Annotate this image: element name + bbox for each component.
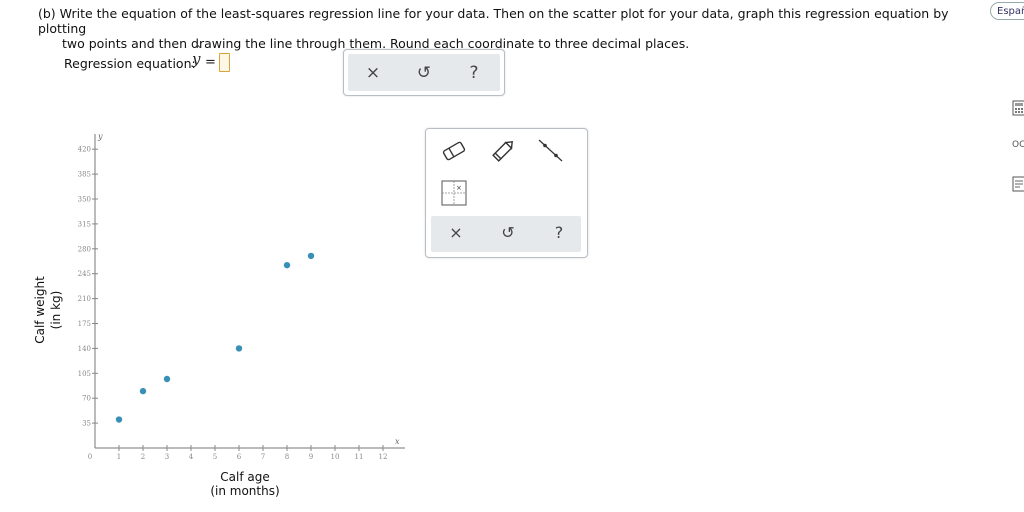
y-axis-symbol: y — [97, 132, 103, 141]
y-tick-label: 210 — [78, 295, 91, 303]
scatter-plot[interactable]: yx35701051401752102452803153503854200 1 2 3… — [30, 126, 420, 476]
y-tick-label: 140 — [78, 345, 91, 353]
y-tick-label: 350 — [78, 196, 91, 204]
graph-help-button[interactable]: ? — [548, 222, 570, 244]
x-tick-label: 6 — [237, 453, 242, 461]
help-button[interactable]: ? — [463, 62, 485, 84]
y-tick-label: 175 — [78, 320, 91, 328]
notes-icon[interactable] — [1012, 176, 1024, 192]
x-tick-label: 9 — [309, 453, 313, 461]
svg-text:×: × — [456, 184, 462, 192]
y-tick-label: 105 — [78, 370, 91, 378]
undo-button[interactable]: ↺ — [413, 62, 435, 84]
x-axis-label: Calf age (in months) — [200, 470, 290, 498]
regression-answer-input[interactable] — [219, 53, 230, 72]
x-tick-label: 5 — [213, 453, 217, 461]
x-tick-label: 0 — [88, 453, 92, 461]
x-tick-label: 8 — [285, 453, 289, 461]
x-tick-label: 4 — [189, 453, 194, 461]
question-line-1: (b) Write the equation of the least-squa… — [38, 6, 949, 36]
data-point[interactable] — [139, 387, 147, 395]
y-tick-label: 245 — [78, 270, 91, 278]
x-tick-label: 7 — [261, 453, 265, 461]
sidebar-text-fragment[interactable]: OC — [1012, 140, 1024, 150]
data-point[interactable] — [283, 261, 291, 269]
data-point[interactable] — [235, 345, 243, 352]
equation-toolbar-panel: × ↺ ? — [348, 54, 500, 91]
y-tick-label: 280 — [78, 245, 91, 253]
x-tick-label: 3 — [165, 453, 169, 461]
data-point[interactable] — [163, 375, 171, 383]
eraser-icon[interactable] — [440, 137, 468, 165]
x-axis-label-line-1: Calf age — [220, 470, 270, 484]
data-point[interactable] — [115, 416, 123, 423]
graph-toolbar: × × ↺ ? — [425, 128, 588, 258]
line-tool-icon[interactable] — [536, 137, 564, 165]
y-tick-label: 70 — [82, 395, 91, 403]
question-prompt: (b) Write the equation of the least-squa… — [38, 6, 968, 51]
grid-points-icon[interactable]: × — [440, 179, 468, 207]
clear-button[interactable]: × — [362, 62, 384, 84]
y-tick-label: 420 — [78, 146, 91, 154]
y-tick-label: 315 — [78, 220, 91, 228]
y-hat-variable: y — [192, 50, 201, 68]
language-toggle-button[interactable]: Españ — [990, 2, 1024, 20]
x-tick-label: 2 — [141, 453, 145, 461]
x-axis-label-line-2: (in months) — [210, 484, 280, 498]
regression-equation-label: Regression equation: — [64, 56, 196, 71]
graph-undo-button[interactable]: ↺ — [497, 222, 519, 244]
y-tick-label: 385 — [78, 171, 91, 179]
equals-sign: = — [205, 55, 216, 70]
y-tick-label: 35 — [82, 420, 91, 428]
graph-toolbar-panel: × ↺ ? — [431, 216, 581, 252]
equation-toolbar: × ↺ ? — [343, 49, 505, 96]
data-point[interactable] — [307, 252, 315, 260]
x-tick-label: 11 — [355, 453, 364, 461]
graph-clear-button[interactable]: × — [445, 222, 467, 244]
x-tick-label: 12 — [379, 453, 388, 461]
x-axis-symbol: x — [395, 437, 400, 446]
x-tick-label: 10 — [331, 453, 340, 461]
calculator-icon[interactable] — [1012, 100, 1024, 116]
pencil-icon[interactable] — [489, 137, 517, 165]
x-tick-label: 1 — [117, 453, 121, 461]
